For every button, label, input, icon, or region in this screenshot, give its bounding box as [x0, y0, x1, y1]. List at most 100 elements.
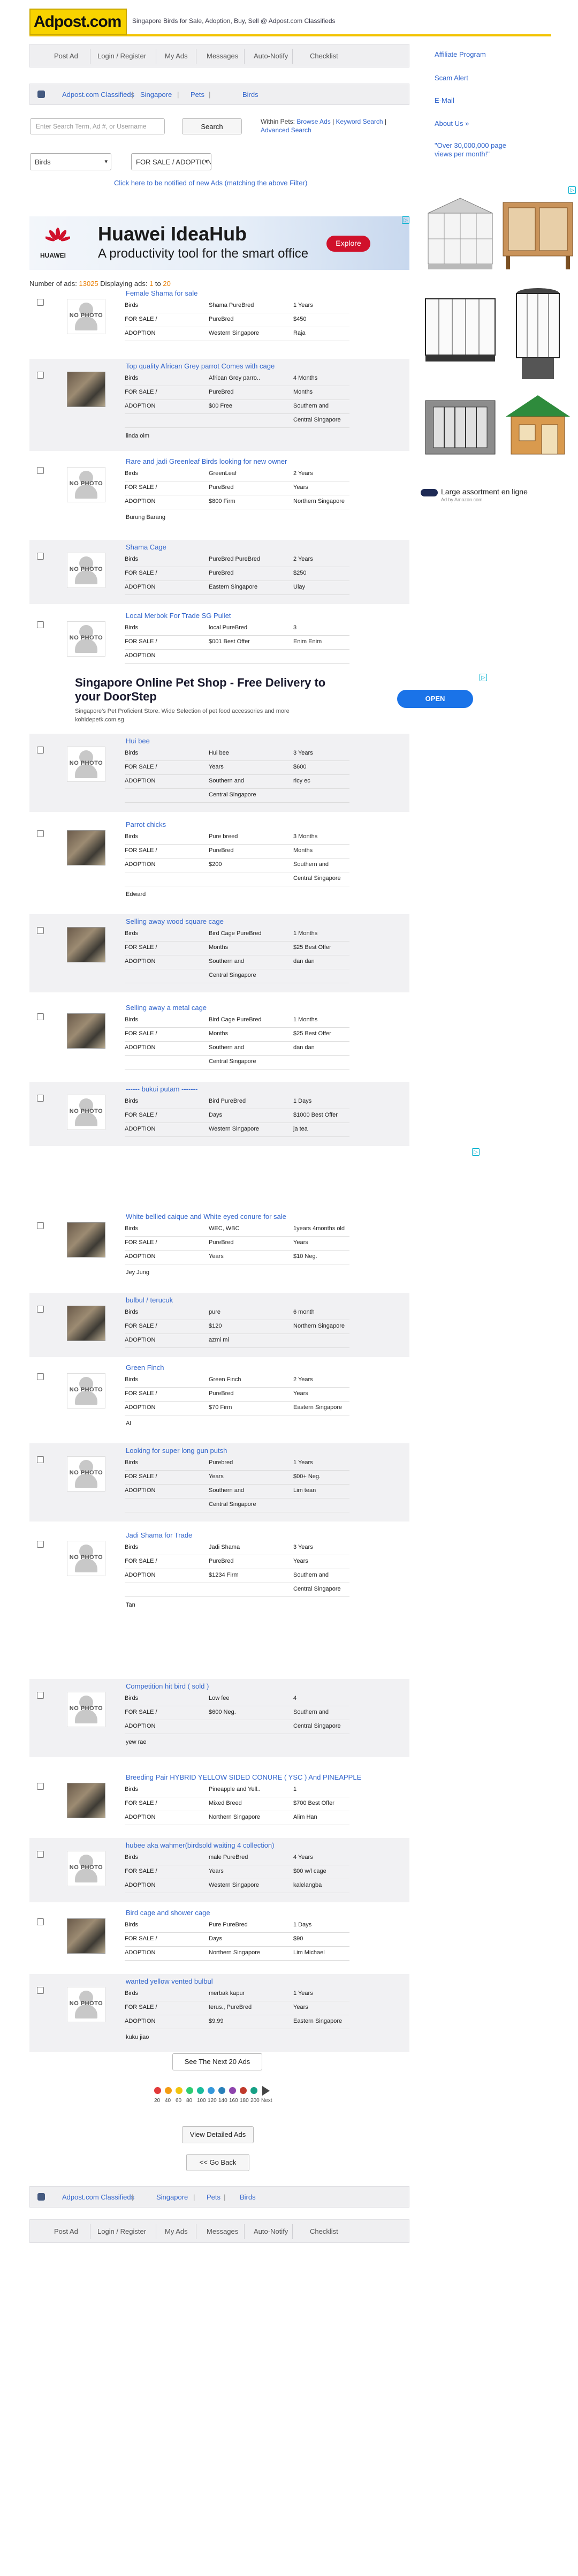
breadcrumb-pets[interactable]: Pets [191, 91, 204, 99]
listing-item[interactable]: Selling away a metal cage Birds Bird Cage … [29, 1000, 409, 1079]
pager-label[interactable]: 20 [154, 2098, 160, 2104]
listing-poster[interactable]: Tan [126, 1602, 135, 1608]
listing-checkbox[interactable] [37, 1373, 44, 1380]
listing-item[interactable]: Selling away wood square cage Birds Bird C… [29, 914, 409, 992]
nav-checklist[interactable]: Checklist [310, 52, 338, 60]
listing-item[interactable]: bulbul / terucuk Birds pure 6 month FOR SALE… [29, 1293, 409, 1357]
listing-checkbox[interactable] [37, 830, 44, 837]
listing-item[interactable]: NO PHOTO Hui bee Birds Hui bee 3 Years FOR SA… [29, 734, 409, 812]
listing-title[interactable]: Rare and jadi Greenleaf Birds looking fo… [126, 457, 287, 465]
open-button[interactable]: OPEN [397, 690, 473, 708]
listing-title[interactable]: Competition hit bird ( sold ) [126, 1682, 209, 1690]
pager-label[interactable]: 140 [218, 2098, 227, 2104]
breadcrumb-singapore[interactable]: Singapore [156, 2193, 188, 2201]
no-photo-placeholder[interactable]: NO PHOTO [67, 1456, 105, 1492]
pet-shop-text-ad[interactable]: Singapore Online Pet Shop - Free Deliver… [70, 674, 487, 725]
listing-title[interactable]: Top quality African Grey parrot Comes wi… [126, 362, 275, 370]
no-photo-placeholder[interactable]: NO PHOTO [67, 299, 105, 334]
listing-poster[interactable]: Edward [126, 891, 146, 898]
breadcrumb-classifieds[interactable]: Adpost.com Classifieds [62, 91, 134, 99]
search-button[interactable]: Search [182, 118, 242, 134]
pager-label[interactable]: 160 [229, 2098, 238, 2104]
nav-my-ads[interactable]: My Ads [165, 2227, 188, 2235]
listing-title[interactable]: Selling away wood square cage [126, 917, 224, 925]
listing-title[interactable]: hubee aka wahmer(birdsold waiting 4 coll… [126, 1841, 274, 1849]
email-link[interactable]: E-Mail [435, 96, 454, 104]
listing-photo[interactable] [67, 830, 105, 865]
listing-poster[interactable]: Al [126, 1420, 131, 1427]
nav-auto-notify[interactable]: Auto-Notify [254, 52, 288, 60]
no-photo-placeholder[interactable]: NO PHOTO [67, 1373, 105, 1408]
product-wooden-hutch[interactable] [503, 202, 573, 269]
see-next-ads-button[interactable]: See The Next 20 Ads [172, 2053, 262, 2070]
listing-checkbox[interactable] [37, 299, 44, 306]
breadcrumb-classifieds[interactable]: Adpost.com Classifieds [62, 2193, 134, 2201]
listing-title[interactable]: Green Finch [126, 1364, 164, 1372]
listing-item[interactable]: Parrot chicks Birds Pure breed 3 Months FOR … [29, 817, 409, 909]
listing-title[interactable]: Looking for super long gun putsh [126, 1447, 227, 1455]
listing-item[interactable]: NO PHOTO Green Finch Birds Green Finch 2 Yea… [29, 1360, 409, 1438]
listing-checkbox[interactable] [37, 467, 44, 474]
listing-checkbox[interactable] [37, 1783, 44, 1790]
listing-checkbox[interactable] [37, 1456, 44, 1463]
listing-checkbox[interactable] [37, 553, 44, 560]
listing-title[interactable]: White bellied caique and White eyed conu… [126, 1212, 286, 1221]
nav-login-register[interactable]: Login / Register [97, 52, 146, 60]
listing-checkbox[interactable] [37, 1692, 44, 1699]
pager-label[interactable]: 60 [176, 2098, 181, 2104]
product-transport-box[interactable] [425, 400, 496, 455]
pager-dot[interactable] [176, 2087, 182, 2094]
nav-messages[interactable]: Messages [207, 52, 238, 60]
listing-title[interactable]: wanted yellow vented bulbul [126, 1977, 213, 1985]
adchoices-icon[interactable]: ▷ [472, 1148, 480, 1156]
listing-item[interactable]: Breeding Pair HYBRID YELLOW SIDED CONURE… [29, 1770, 409, 1834]
text-ad-url[interactable]: kohidepetk.com.sg [75, 717, 124, 723]
search-input[interactable]: Enter Search Term, Ad #, or Username [30, 118, 165, 134]
listing-checkbox[interactable] [37, 1095, 44, 1102]
listing-checkbox[interactable] [37, 372, 44, 379]
pager-dot[interactable] [250, 2087, 257, 2094]
advanced-search-link[interactable]: Advanced Search [261, 126, 311, 134]
scam-alert-link[interactable]: Scam Alert [435, 74, 468, 82]
listing-title[interactable]: Jadi Shama for Trade [126, 1531, 192, 1539]
listing-title[interactable]: Bird cage and shower cage [126, 1909, 210, 1917]
pager-dot[interactable] [186, 2087, 193, 2094]
listing-photo[interactable] [67, 1783, 105, 1818]
nav-auto-notify[interactable]: Auto-Notify [254, 2227, 288, 2235]
listing-title[interactable]: Breeding Pair HYBRID YELLOW SIDED CONURE… [126, 1773, 361, 1781]
listing-checkbox[interactable] [37, 1306, 44, 1313]
listing-title[interactable]: Parrot chicks [126, 820, 166, 828]
listing-photo[interactable] [67, 1222, 105, 1257]
listing-photo[interactable] [67, 372, 105, 407]
listing-title[interactable]: Selling away a metal cage [126, 1004, 207, 1012]
listing-item[interactable]: White bellied caique and White eyed conu… [29, 1209, 409, 1287]
product-aviary[interactable] [428, 198, 493, 269]
pager-dot[interactable] [208, 2087, 215, 2094]
listing-photo[interactable] [67, 927, 105, 962]
browse-ads-link[interactable]: Browse Ads [296, 118, 330, 125]
listing-poster[interactable]: Burung Barang [126, 514, 165, 521]
no-photo-placeholder[interactable]: NO PHOTO [67, 1095, 105, 1130]
listing-item[interactable]: NO PHOTO Looking for super long gun putsh… [29, 1443, 409, 1522]
product-black-cage[interactable] [425, 298, 496, 361]
adpost-logo[interactable]: Adpost.com [29, 9, 127, 35]
listing-item[interactable]: NO PHOTO hubee aka wahmer(birdsold waitin… [29, 1838, 409, 1902]
listing-item[interactable]: NO PHOTO wanted yellow vented bulbul Birds… [29, 1974, 409, 2052]
breadcrumb-birds[interactable]: Birds [240, 2193, 256, 2201]
next-arrow-icon[interactable] [262, 2086, 270, 2096]
listing-title[interactable]: Female Shama for sale [126, 289, 197, 297]
notify-link[interactable]: Click here to be notified of new Ads (ma… [114, 179, 307, 187]
listing-title[interactable]: Shama Cage [126, 543, 166, 551]
sidebar-product-ad[interactable]: ▷ Large assortment en ligne Ad by Amazon… [417, 186, 578, 508]
listing-checkbox[interactable] [37, 1013, 44, 1020]
pager-dot[interactable] [165, 2087, 172, 2094]
listing-item[interactable]: NO PHOTO Competition hit bird ( sold ) Bir… [29, 1679, 409, 1757]
listing-photo[interactable] [67, 1306, 105, 1341]
listing-title[interactable]: Hui bee [126, 737, 150, 745]
no-photo-placeholder[interactable]: NO PHOTO [67, 1987, 105, 2022]
type-select[interactable]: FOR SALE / ADOPTION ▾ [131, 153, 211, 170]
listing-poster[interactable]: kuku jiao [126, 2034, 149, 2040]
listing-item[interactable]: Top quality African Grey parrot Comes wi… [29, 359, 409, 451]
listing-checkbox[interactable] [37, 1851, 44, 1858]
pager-dot[interactable] [240, 2087, 247, 2094]
